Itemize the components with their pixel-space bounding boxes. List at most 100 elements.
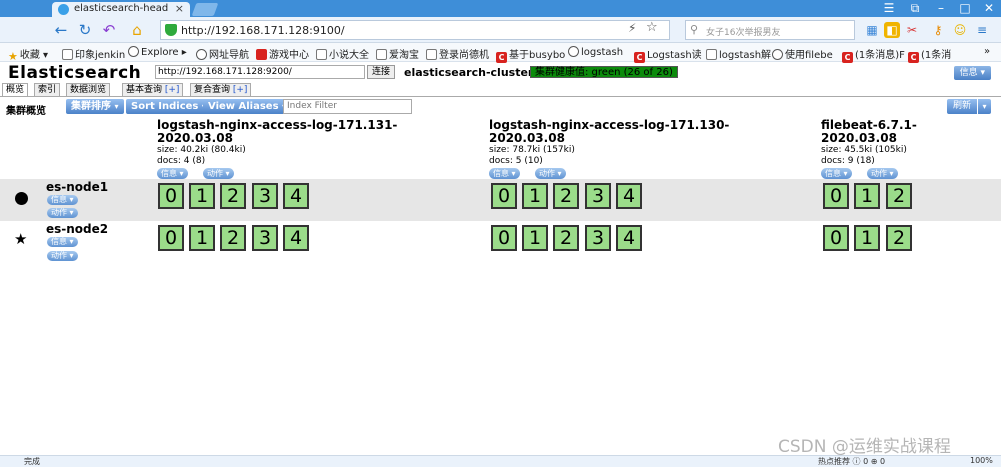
watermark: CSDN @运维实战课程 — [778, 437, 951, 457]
view-aliases-button[interactable]: View Aliases ▾ — [203, 99, 292, 114]
menu-icon[interactable]: ☰ — [878, 1, 900, 15]
connect-button[interactable]: 连接 — [367, 65, 395, 79]
shard-box[interactable]: 3 — [585, 225, 611, 251]
shard-box[interactable]: 1 — [522, 225, 548, 251]
bookmark-item[interactable]: 登录尚德机 — [426, 46, 489, 61]
scissors-icon[interactable]: ✂ — [904, 22, 920, 38]
shard-box[interactable]: 1 — [854, 225, 880, 251]
index-action-button[interactable]: 动作 ▾ — [203, 168, 234, 179]
node-action-button[interactable]: 动作 ▾ — [47, 251, 78, 261]
undo-icon[interactable]: ↶ — [100, 21, 118, 39]
shard-box[interactable]: 0 — [491, 225, 517, 251]
bookmark-item[interactable]: C (1条消 — [908, 46, 951, 63]
bookmark-item[interactable]: 爱淘宝 — [376, 46, 419, 61]
node-action-button[interactable]: 动作 ▾ — [47, 208, 78, 218]
index-filter-input[interactable]: Index Filter — [283, 99, 412, 114]
index-info-button[interactable]: 信息 ▾ — [821, 168, 852, 179]
back-icon[interactable]: ← — [52, 21, 70, 39]
tab-indices[interactable]: 索引 — [34, 83, 61, 97]
cluster-sort-button[interactable]: 集群排序 ▾ — [66, 99, 124, 114]
tab-basic-query[interactable]: 基本查询 [+] — [122, 83, 184, 97]
tab-compound-query[interactable]: 复合查询 [+] — [190, 83, 252, 97]
es-url-input[interactable]: http://192.168.171.128:9200/ — [155, 65, 365, 79]
minimize-icon[interactable]: – — [930, 1, 952, 15]
bookmark-item[interactable]: C (1条消息)F — [842, 46, 905, 63]
maximize-icon[interactable]: □ — [954, 1, 976, 15]
index-action-button[interactable]: 动作 ▾ — [867, 168, 898, 179]
shard-box[interactable]: 4 — [283, 225, 309, 251]
shard-box[interactable]: 3 — [252, 225, 278, 251]
index-date: 2020.03.08 — [489, 131, 565, 145]
bookmark-item[interactable]: logstash解 — [706, 46, 771, 61]
index-column: filebeat-6.7.1- 2020.03.08 size: 45.5ki … — [821, 119, 917, 179]
bookmark-item[interactable]: 游戏中心 — [256, 46, 309, 61]
tab-close-icon[interactable]: × — [175, 2, 184, 15]
shard-box[interactable]: 4 — [616, 225, 642, 251]
index-info-button[interactable]: 信息 ▾ — [489, 168, 520, 179]
sort-indices-button[interactable]: Sort Indices ▾ — [126, 99, 211, 114]
shard-box[interactable]: 1 — [854, 183, 880, 209]
bookmark-item[interactable]: 印象jenkin — [62, 46, 125, 61]
key-icon[interactable]: ⚷ — [930, 22, 946, 38]
shard-box[interactable]: 0 — [158, 183, 184, 209]
bookmark-item[interactable]: logstash — [568, 46, 623, 58]
shard-box[interactable]: 3 — [252, 183, 278, 209]
index-docs: docs: 4 (8) — [157, 156, 206, 166]
bookmark-item[interactable]: 小说大全 — [316, 46, 369, 61]
shard-box[interactable]: 2 — [220, 183, 246, 209]
lightning-icon[interactable]: ⚡ — [628, 21, 636, 35]
index-action-button[interactable]: 动作 ▾ — [535, 168, 566, 179]
bookmarks-bar: ★ 收藏 ▾ 印象jenkin Explore ▸ 网址导航 游戏中心 小说大全 … — [0, 43, 1001, 63]
refresh-caret-button[interactable]: ▾ — [978, 99, 991, 114]
shard-box[interactable]: 3 — [585, 183, 611, 209]
shard-box[interactable]: 2 — [220, 225, 246, 251]
bookmarks-more[interactable]: » — [984, 46, 990, 57]
shard-box[interactable]: 4 — [616, 183, 642, 209]
index-column: logstash-nginx-access-log-171.131- 2020.… — [157, 119, 397, 179]
shard-box[interactable]: 1 — [189, 183, 215, 209]
node-star-icon: ★ — [14, 230, 28, 248]
info-menu-button[interactable]: 信息 ▾ — [953, 66, 991, 80]
shard-box[interactable]: 2 — [553, 183, 579, 209]
bookmark-item[interactable]: C Logstash读 — [634, 46, 702, 63]
hamburger-icon[interactable]: ≡ — [974, 22, 990, 38]
refresh-icon[interactable]: ↻ — [76, 21, 94, 39]
bookmark-item[interactable]: ★ 收藏 ▾ — [8, 46, 48, 63]
index-size: size: 45.5ki (105ki) — [821, 145, 907, 155]
home-icon[interactable]: ⌂ — [128, 21, 146, 39]
extension-icon[interactable]: ◧ — [884, 22, 900, 38]
shard-box[interactable]: 1 — [189, 225, 215, 251]
search-input[interactable]: ⚲ 女子16次举报男友 — [685, 20, 855, 40]
smile-icon[interactable]: ☺ — [952, 22, 968, 38]
browser-tab[interactable]: elasticsearch-head × — [52, 2, 190, 17]
shield-icon — [165, 24, 177, 36]
bookmark-item[interactable]: C 基于busybo — [496, 46, 565, 63]
bookmark-item[interactable]: 网址导航 — [196, 46, 249, 61]
shard-box[interactable]: 4 — [283, 183, 309, 209]
shard-box[interactable]: 2 — [553, 225, 579, 251]
globe-icon — [568, 46, 579, 57]
node-info-button[interactable]: 信息 ▾ — [47, 237, 78, 247]
grid-icon[interactable]: ▦ — [864, 22, 880, 38]
shard-box[interactable]: 1 — [522, 183, 548, 209]
address-bar[interactable]: http://192.168.171.128:9100/ — [160, 20, 670, 40]
bookmark-item[interactable]: Explore ▸ — [128, 46, 187, 58]
restore-window-icon[interactable]: ⧉ — [904, 1, 926, 16]
shard-box[interactable]: 0 — [823, 225, 849, 251]
bookmark-star-icon[interactable]: ☆ — [646, 20, 658, 35]
bookmark-item[interactable]: 使用filebe — [772, 46, 833, 61]
shard-box[interactable]: 0 — [158, 225, 184, 251]
shard-box[interactable]: 2 — [886, 183, 912, 209]
shard-box[interactable]: 2 — [886, 225, 912, 251]
shard-box[interactable]: 0 — [491, 183, 517, 209]
index-info-button[interactable]: 信息 ▾ — [157, 168, 188, 179]
new-tab-button[interactable] — [191, 3, 219, 16]
tab-browser[interactable]: 数据浏览 — [66, 83, 111, 97]
doc-icon — [706, 49, 717, 60]
zoom-level[interactable]: 100% — [970, 456, 993, 465]
tab-overview[interactable]: 概览 — [2, 83, 29, 97]
shard-box[interactable]: 0 — [823, 183, 849, 209]
close-window-icon[interactable]: ✕ — [978, 1, 1000, 15]
refresh-button[interactable]: 刷新 — [947, 99, 977, 114]
node-info-button[interactable]: 信息 ▾ — [47, 195, 78, 205]
